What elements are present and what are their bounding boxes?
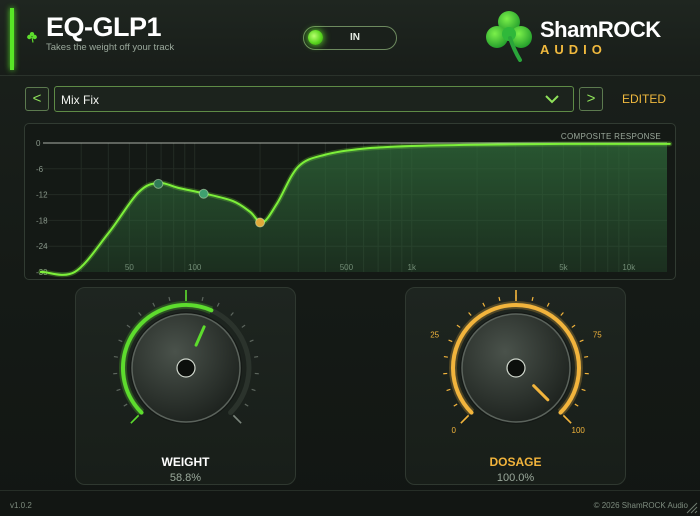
bypass-toggle-label: IN bbox=[350, 32, 360, 43]
clover-icon bbox=[27, 32, 37, 43]
plugin-title: EQ-GLP1 bbox=[46, 12, 162, 42]
knob-tick bbox=[138, 312, 142, 316]
knob-scale-label: 25 bbox=[430, 330, 439, 339]
copyright-text: © 2026 ShamROCK Audio bbox=[593, 501, 688, 510]
knob-major-tick bbox=[130, 414, 140, 424]
eq-response-graph[interactable]: 0-6-12-18-24-30501005001k5k10k COMPOSITE… bbox=[24, 123, 676, 280]
knob-scale-label: 100 bbox=[572, 426, 586, 435]
knob-tick bbox=[126, 324, 131, 328]
knob-major-tick bbox=[562, 414, 572, 424]
knob-tick bbox=[249, 339, 254, 343]
knob-tick bbox=[168, 296, 171, 302]
knob-tick bbox=[116, 388, 121, 392]
knob-tick bbox=[113, 355, 118, 358]
knob-tick bbox=[118, 339, 123, 343]
accent-bar bbox=[10, 8, 14, 70]
shamrock-logo-icon bbox=[486, 11, 532, 62]
knob-tick bbox=[560, 312, 564, 316]
knob-major-tick bbox=[232, 414, 242, 424]
weight-knob[interactable] bbox=[76, 288, 297, 453]
eq-band-handle-2[interactable] bbox=[198, 188, 209, 199]
knob-tick bbox=[216, 302, 220, 307]
dosage-panel: 0255075100 DOSAGE 100.0% bbox=[405, 287, 626, 485]
knob-tick bbox=[584, 355, 589, 358]
db-tick-label: -12 bbox=[36, 191, 48, 200]
knob-tick bbox=[571, 324, 576, 328]
knob-tick bbox=[579, 339, 584, 343]
knob-center-cap bbox=[176, 358, 196, 378]
knob-tick bbox=[482, 302, 486, 307]
knob-tick bbox=[531, 296, 534, 302]
plugin-window: EQ-GLP1 Takes the weight off your track … bbox=[0, 0, 700, 516]
graph-title: COMPOSITE RESPONSE bbox=[560, 132, 661, 141]
preset-status: EDITED bbox=[622, 92, 667, 106]
knob-scale-label: 0 bbox=[452, 426, 457, 435]
knob-tick bbox=[254, 355, 259, 358]
db-tick-label: -6 bbox=[36, 165, 44, 174]
preset-name: Mix Fix bbox=[61, 93, 99, 107]
dosage-knob[interactable]: 0255075100 bbox=[406, 288, 627, 453]
chevron-down-icon bbox=[545, 95, 559, 104]
preset-dropdown[interactable]: Mix Fix bbox=[54, 86, 574, 112]
brand-subtitle: AUDIO bbox=[540, 42, 607, 57]
db-tick-label: 0 bbox=[36, 139, 41, 148]
brand-name: ShamROCK bbox=[540, 17, 661, 42]
knob-tick bbox=[446, 388, 451, 392]
previous-preset-button[interactable]: < bbox=[25, 87, 49, 111]
knob-center-cap bbox=[506, 358, 526, 378]
weight-label: WEIGHT bbox=[161, 455, 210, 469]
knob-tick bbox=[443, 355, 448, 358]
eq-band-handle-1[interactable] bbox=[153, 178, 164, 189]
knob-scale-label: 75 bbox=[593, 330, 602, 339]
dosage-label: DOSAGE bbox=[489, 455, 542, 469]
response-fill-area bbox=[40, 143, 670, 275]
knob-tick bbox=[201, 296, 204, 302]
weight-value: 58.8% bbox=[169, 472, 202, 484]
plugin-tagline: Takes the weight off your track bbox=[46, 42, 175, 53]
knob-tick bbox=[468, 312, 472, 316]
knob-tick bbox=[244, 403, 249, 407]
knob-tick bbox=[230, 312, 234, 316]
knob-tick bbox=[123, 403, 128, 407]
knob-tick bbox=[448, 339, 453, 343]
version-text: v1.0.2 bbox=[10, 501, 32, 510]
dosage-value: 100.0% bbox=[496, 472, 535, 484]
next-preset-button[interactable]: > bbox=[579, 87, 603, 111]
knob-tick bbox=[152, 302, 156, 307]
header: EQ-GLP1 Takes the weight off your track … bbox=[0, 0, 700, 76]
db-tick-label: -24 bbox=[36, 242, 48, 251]
knob-tick bbox=[498, 296, 501, 302]
resize-grip-icon[interactable] bbox=[684, 500, 698, 514]
db-tick-label: -18 bbox=[36, 216, 48, 225]
knob-tick bbox=[546, 302, 550, 307]
knob-tick bbox=[241, 324, 246, 328]
knob-tick bbox=[574, 403, 579, 407]
footer: v1.0.2 © 2026 ShamROCK Audio bbox=[0, 490, 700, 516]
bypass-toggle[interactable]: IN bbox=[303, 26, 397, 50]
knob-tick bbox=[251, 388, 256, 392]
eq-band-handle-3[interactable] bbox=[255, 217, 266, 228]
knob-major-tick bbox=[460, 414, 470, 424]
knob-tick bbox=[453, 403, 458, 407]
knob-tick bbox=[581, 388, 586, 392]
knob-tick bbox=[456, 324, 461, 328]
weight-panel: WEIGHT 58.8% bbox=[75, 287, 296, 485]
eq-graph-canvas[interactable]: 0-6-12-18-24-30501005001k5k10k bbox=[25, 124, 676, 280]
